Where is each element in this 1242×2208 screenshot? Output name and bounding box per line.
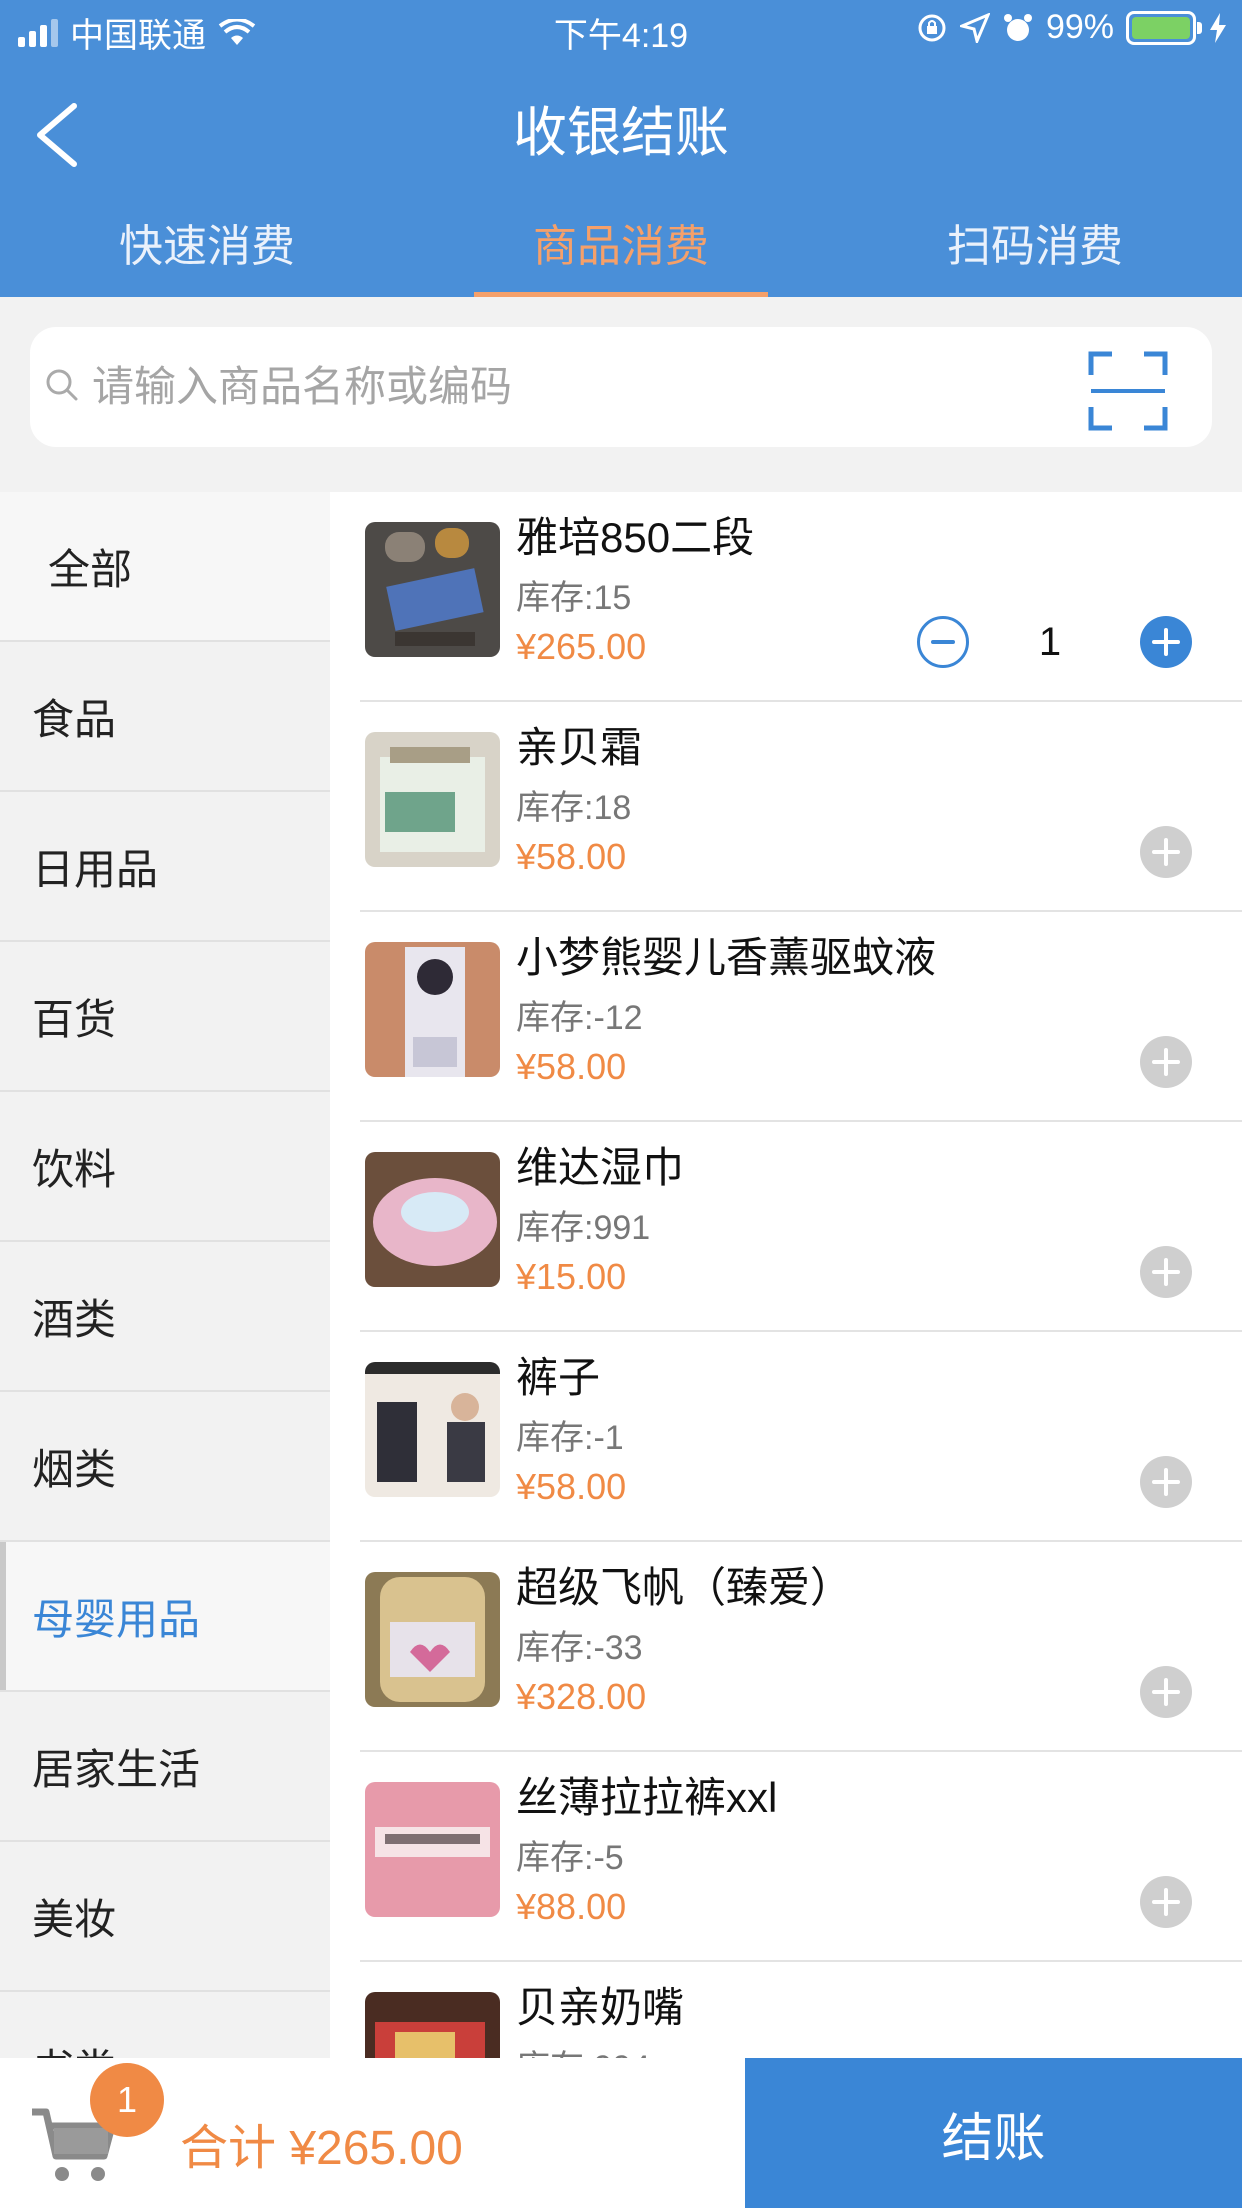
list-item[interactable]: 维达湿巾 库存:991 ¥15.00 xyxy=(330,1122,1242,1332)
battery-icon xyxy=(1126,10,1202,45)
cart-count-badge: 1 xyxy=(90,2063,164,2137)
product-price: ¥265.00 xyxy=(516,626,647,667)
product-stock: 库存:-1 xyxy=(516,1419,624,1457)
product-price: ¥58.00 xyxy=(516,1046,627,1087)
list-item[interactable]: 裤子 库存:-1 ¥58.00 xyxy=(330,1332,1242,1542)
add-to-cart-button[interactable] xyxy=(1140,1456,1192,1508)
add-to-cart-button[interactable] xyxy=(1140,616,1192,668)
product-image xyxy=(365,1782,500,1917)
add-to-cart-button[interactable] xyxy=(1140,826,1192,878)
sidebar-item-drinks[interactable]: 饮料 xyxy=(0,1092,330,1242)
product-stock: 库存:991 xyxy=(516,1209,651,1247)
product-stock: 库存:18 xyxy=(516,789,632,827)
product-image xyxy=(365,1362,500,1497)
product-stock: 库存:15 xyxy=(516,579,632,617)
product-price: ¥15.00 xyxy=(516,1256,627,1297)
list-item[interactable]: 雅培850二段 库存:15 ¥265.00 1 xyxy=(330,492,1242,702)
quantity-value: 1 xyxy=(1038,620,1062,664)
list-item[interactable]: 小梦熊婴儿香薰驱蚊液 库存:-12 ¥58.00 xyxy=(330,912,1242,1122)
product-image xyxy=(365,942,500,1077)
product-name: 贝亲奶嘴 xyxy=(516,1984,685,2031)
product-price: ¥58.00 xyxy=(516,836,627,877)
sidebar-item-daily[interactable]: 日用品 xyxy=(0,792,330,942)
sidebar-item-maternity[interactable]: 母婴用品 xyxy=(0,1542,330,1692)
charging-icon xyxy=(1210,12,1226,43)
tab-quick-consume[interactable]: 快速消费 xyxy=(0,210,414,297)
product-name: 亲贝霜 xyxy=(516,724,643,771)
header-bar: 中国联通 下午4:19 99% 收银结账 快速消费 商品消费 扫码消费 xyxy=(0,0,1242,297)
search-bar xyxy=(30,327,1212,447)
status-bar: 中国联通 下午4:19 99% xyxy=(0,0,1242,62)
add-to-cart-button[interactable] xyxy=(1140,1666,1192,1718)
sidebar-item-general[interactable]: 百货 xyxy=(0,942,330,1092)
location-icon xyxy=(959,12,990,43)
product-image xyxy=(365,1992,500,2058)
cart-bar: 1 合计 ¥265.00 结账 xyxy=(0,2058,1242,2208)
add-to-cart-button[interactable] xyxy=(1140,1876,1192,1928)
battery-percent: 99% xyxy=(1045,8,1114,46)
sidebar-item-all[interactable]: 全部 xyxy=(0,492,330,642)
product-name: 雅培850二段 xyxy=(516,514,755,561)
product-image xyxy=(365,522,500,657)
sidebar-item-alcohol[interactable]: 酒类 xyxy=(0,1242,330,1392)
product-name: 维达湿巾 xyxy=(516,1144,685,1191)
product-stock: 库存:-12 xyxy=(516,999,643,1037)
sidebar-item-tobacco[interactable]: 烟类 xyxy=(0,1392,330,1542)
product-price: ¥58.00 xyxy=(516,1466,627,1507)
orientation-lock-icon xyxy=(918,14,946,41)
product-list: 雅培850二段 库存:15 ¥265.00 1 亲贝霜 库存:18 ¥58.00… xyxy=(330,492,1242,2058)
cart-total: 合计 ¥265.00 xyxy=(180,2122,463,2175)
list-item[interactable]: 超级飞帆（臻爱） 库存:-33 ¥328.00 xyxy=(330,1542,1242,1752)
product-image xyxy=(365,732,500,867)
search-input[interactable] xyxy=(92,347,992,427)
list-item[interactable]: 亲贝霜 库存:18 ¥58.00 xyxy=(330,702,1242,912)
category-sidebar: 全部 食品 日用品 百货 饮料 酒类 烟类 母婴用品 居家生活 美妆 书类 xyxy=(0,492,330,2058)
product-name: 超级飞帆（臻爱） xyxy=(516,1564,853,1611)
list-item[interactable]: 贝亲奶嘴 库存:994 xyxy=(330,1962,1242,2058)
product-price: ¥328.00 xyxy=(516,1676,647,1717)
product-name: 裤子 xyxy=(516,1354,601,1401)
product-stock: 库存:994 xyxy=(516,2040,650,2058)
product-price: ¥88.00 xyxy=(516,1886,627,1927)
product-name: 丝薄拉拉裤xxl xyxy=(516,1774,778,1821)
product-stock: 库存:-33 xyxy=(516,1629,643,1667)
product-image xyxy=(365,1572,500,1707)
checkout-button[interactable]: 结账 xyxy=(745,2058,1242,2208)
product-name: 小梦熊婴儿香薰驱蚊液 xyxy=(516,934,937,981)
sidebar-item-books[interactable]: 书类 xyxy=(0,1992,330,2059)
alarm-icon xyxy=(1003,13,1032,41)
tab-scan-consume[interactable]: 扫码消费 xyxy=(828,210,1242,297)
page-title: 收银结账 xyxy=(513,103,729,163)
add-to-cart-button[interactable] xyxy=(1140,1036,1192,1088)
product-image xyxy=(365,1152,500,1287)
decrease-qty-button[interactable] xyxy=(917,616,969,668)
sidebar-item-food[interactable]: 食品 xyxy=(0,642,330,792)
list-item[interactable]: 丝薄拉拉裤xxl 库存:-5 ¥88.00 xyxy=(330,1752,1242,1962)
tab-product-consume[interactable]: 商品消费 xyxy=(414,210,828,297)
sidebar-item-home[interactable]: 居家生活 xyxy=(0,1692,330,1842)
scan-icon[interactable] xyxy=(1088,351,1168,431)
add-to-cart-button[interactable] xyxy=(1140,1246,1192,1298)
product-stock: 库存:-5 xyxy=(516,1839,624,1877)
sidebar-item-beauty[interactable]: 美妆 xyxy=(0,1842,330,1992)
consumption-tabs: 快速消费 商品消费 扫码消费 xyxy=(0,210,1242,297)
status-right: 99% xyxy=(916,8,1228,47)
search-icon xyxy=(46,369,78,401)
